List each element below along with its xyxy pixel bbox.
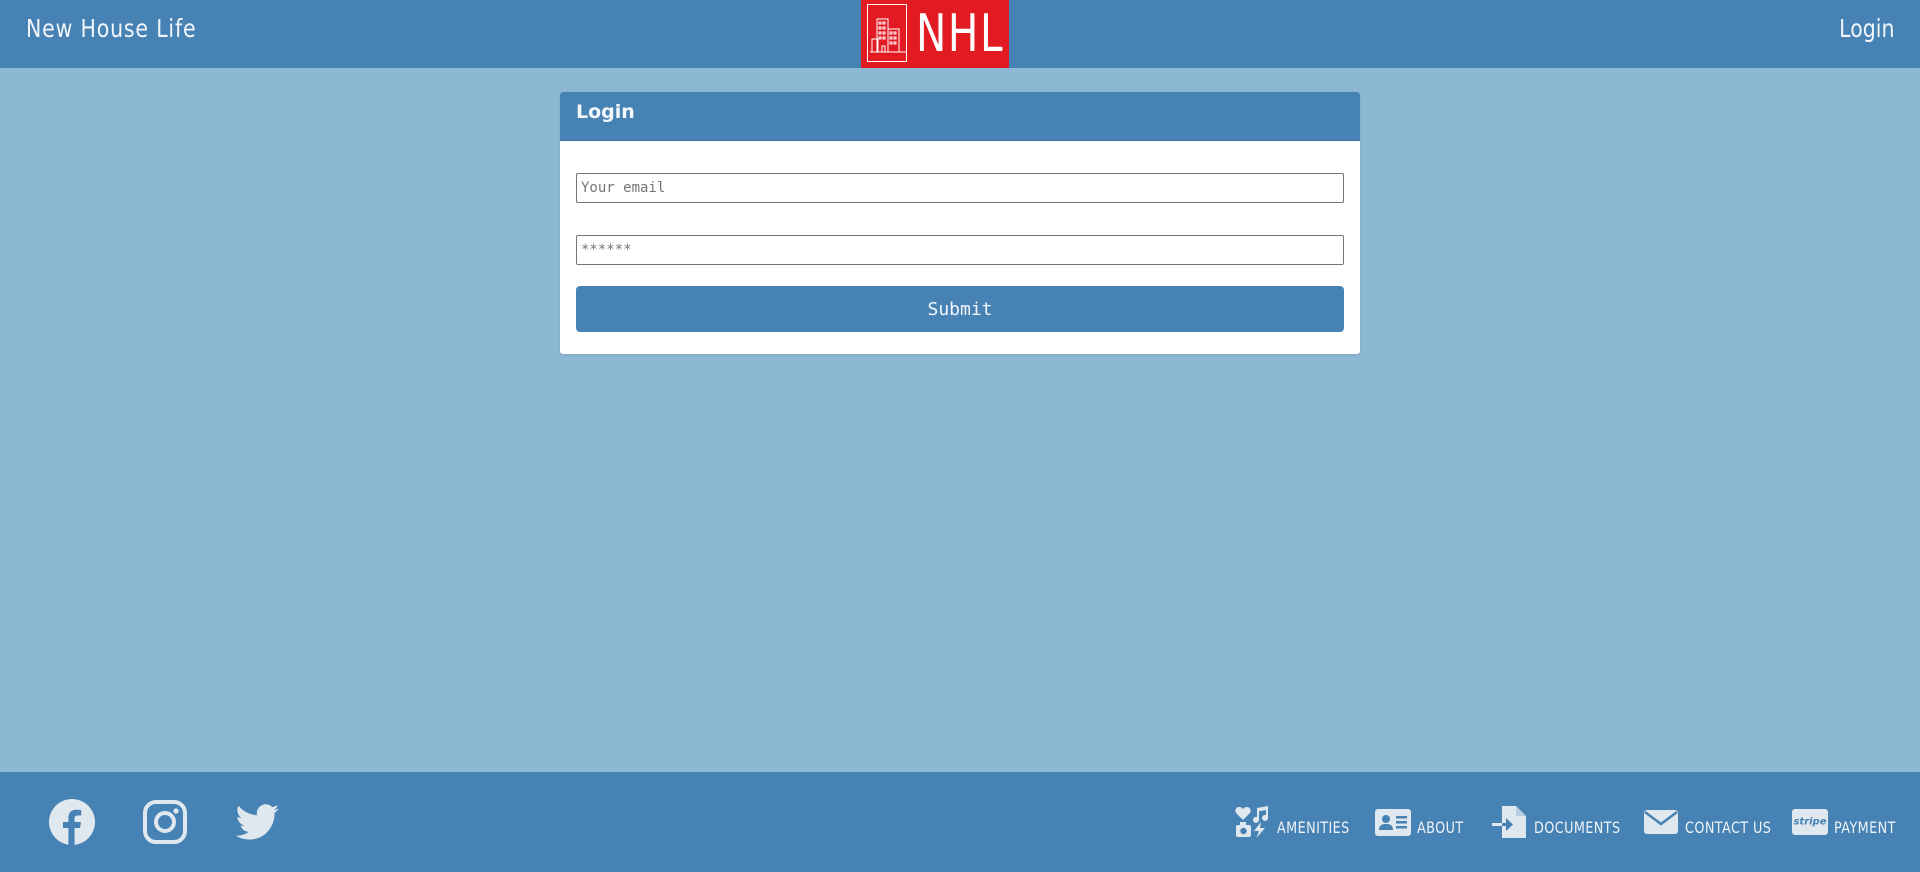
nav-payment-label: PAYMENT xyxy=(1834,817,1896,837)
stripe-icon: stripe xyxy=(1792,805,1828,839)
envelope-icon xyxy=(1643,805,1679,839)
nav-contact-us[interactable]: CONTACT US xyxy=(1643,804,1793,840)
facebook-icon[interactable] xyxy=(48,798,96,846)
nav-about-label: ABOUT xyxy=(1417,817,1464,837)
nav-documents-label: DOCUMENTS xyxy=(1534,817,1621,837)
building-logo-icon xyxy=(867,4,907,62)
email-field[interactable] xyxy=(576,173,1344,203)
top-navbar: New House Life NHL Login xyxy=(0,0,1920,68)
logo-text: NHL xyxy=(916,4,1005,64)
nhl-logo[interactable]: NHL xyxy=(861,0,1009,68)
nav-amenities-label: AMENITIES xyxy=(1277,817,1350,837)
instagram-icon[interactable] xyxy=(141,798,189,846)
nav-documents[interactable]: DOCUMENTS xyxy=(1492,804,1642,840)
login-card-title: Login xyxy=(576,101,635,123)
nav-payment[interactable]: stripe PAYMENT xyxy=(1792,804,1911,840)
nav-contact-us-label: CONTACT US xyxy=(1685,817,1772,837)
brand-link[interactable]: New House Life xyxy=(26,14,196,43)
nav-amenities[interactable]: AMENITIES xyxy=(1235,804,1368,840)
footer: AMENITIES ABOUT DOCUMENTS CONTACT US str… xyxy=(0,772,1920,872)
amenities-icon xyxy=(1235,805,1271,839)
password-field[interactable] xyxy=(576,235,1344,265)
submit-button[interactable]: Submit xyxy=(576,286,1344,332)
twitter-icon[interactable] xyxy=(233,798,281,846)
login-card-header: Login xyxy=(560,92,1360,141)
nav-about[interactable]: ABOUT xyxy=(1375,804,1475,840)
document-import-icon xyxy=(1492,805,1528,839)
id-card-icon xyxy=(1375,805,1411,839)
login-link[interactable]: Login xyxy=(1839,14,1894,43)
login-card: Login Submit xyxy=(560,92,1360,354)
svg-text:stripe: stripe xyxy=(1793,817,1826,828)
